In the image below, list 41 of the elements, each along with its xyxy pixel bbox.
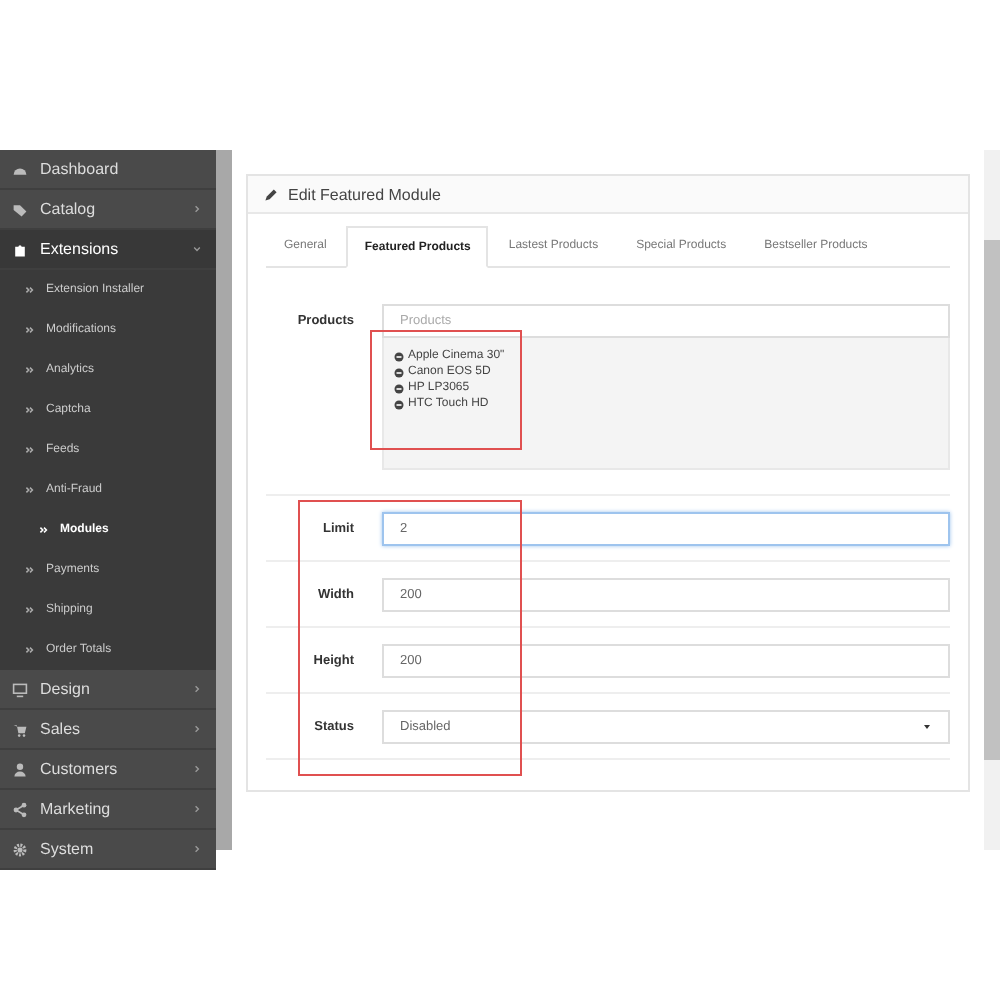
minus-circle-icon: [394, 399, 404, 409]
sidebar-scrollbar[interactable]: [216, 150, 232, 850]
sidebar-item[interactable]: Catalog: [0, 190, 216, 230]
sidebar-item[interactable]: Design: [0, 670, 216, 710]
sidebar-item[interactable]: System: [0, 830, 216, 870]
double-chevron-icon: [24, 564, 36, 576]
minus-circle-icon: [394, 351, 404, 361]
chevron-icon: [190, 842, 204, 856]
monitor-icon: [12, 681, 28, 697]
sidebar-item[interactable]: Sales: [0, 710, 216, 750]
panel-title: Edit Featured Module: [288, 185, 441, 203]
double-chevron-icon: [24, 404, 36, 416]
double-chevron-icon: [24, 604, 36, 616]
pencil-icon: [264, 187, 278, 201]
cart-icon: [12, 721, 28, 737]
sidebar-item[interactable]: Customers: [0, 750, 216, 790]
chevron-icon: [190, 202, 204, 216]
double-chevron-icon: [24, 364, 36, 376]
sidebar-item[interactable]: Extensions: [0, 230, 216, 270]
double-chevron-icon: [24, 284, 36, 296]
sidebar-item[interactable]: Dashboard: [0, 150, 216, 190]
minus-circle-icon: [394, 383, 404, 393]
share-icon: [12, 801, 28, 817]
scrollbar[interactable]: [984, 150, 1000, 850]
double-chevron-icon: [38, 524, 50, 536]
sidebar-item[interactable]: Marketing: [0, 790, 216, 830]
double-chevron-icon: [24, 324, 36, 336]
double-chevron-icon: [24, 644, 36, 656]
chevron-icon: [190, 682, 204, 696]
tag-icon: [12, 201, 28, 217]
caret-icon: [922, 721, 932, 731]
scrollbar-thumb[interactable]: [984, 240, 1000, 760]
chevron-icon: [190, 762, 204, 776]
chevron-icon: [190, 802, 204, 816]
double-chevron-icon: [24, 484, 36, 496]
minus-circle-icon: [394, 367, 404, 377]
double-chevron-icon: [24, 444, 36, 456]
chevron-icon: [190, 242, 204, 256]
gear-icon: [12, 841, 28, 857]
chevron-icon: [190, 722, 204, 736]
user-icon: [12, 761, 28, 777]
